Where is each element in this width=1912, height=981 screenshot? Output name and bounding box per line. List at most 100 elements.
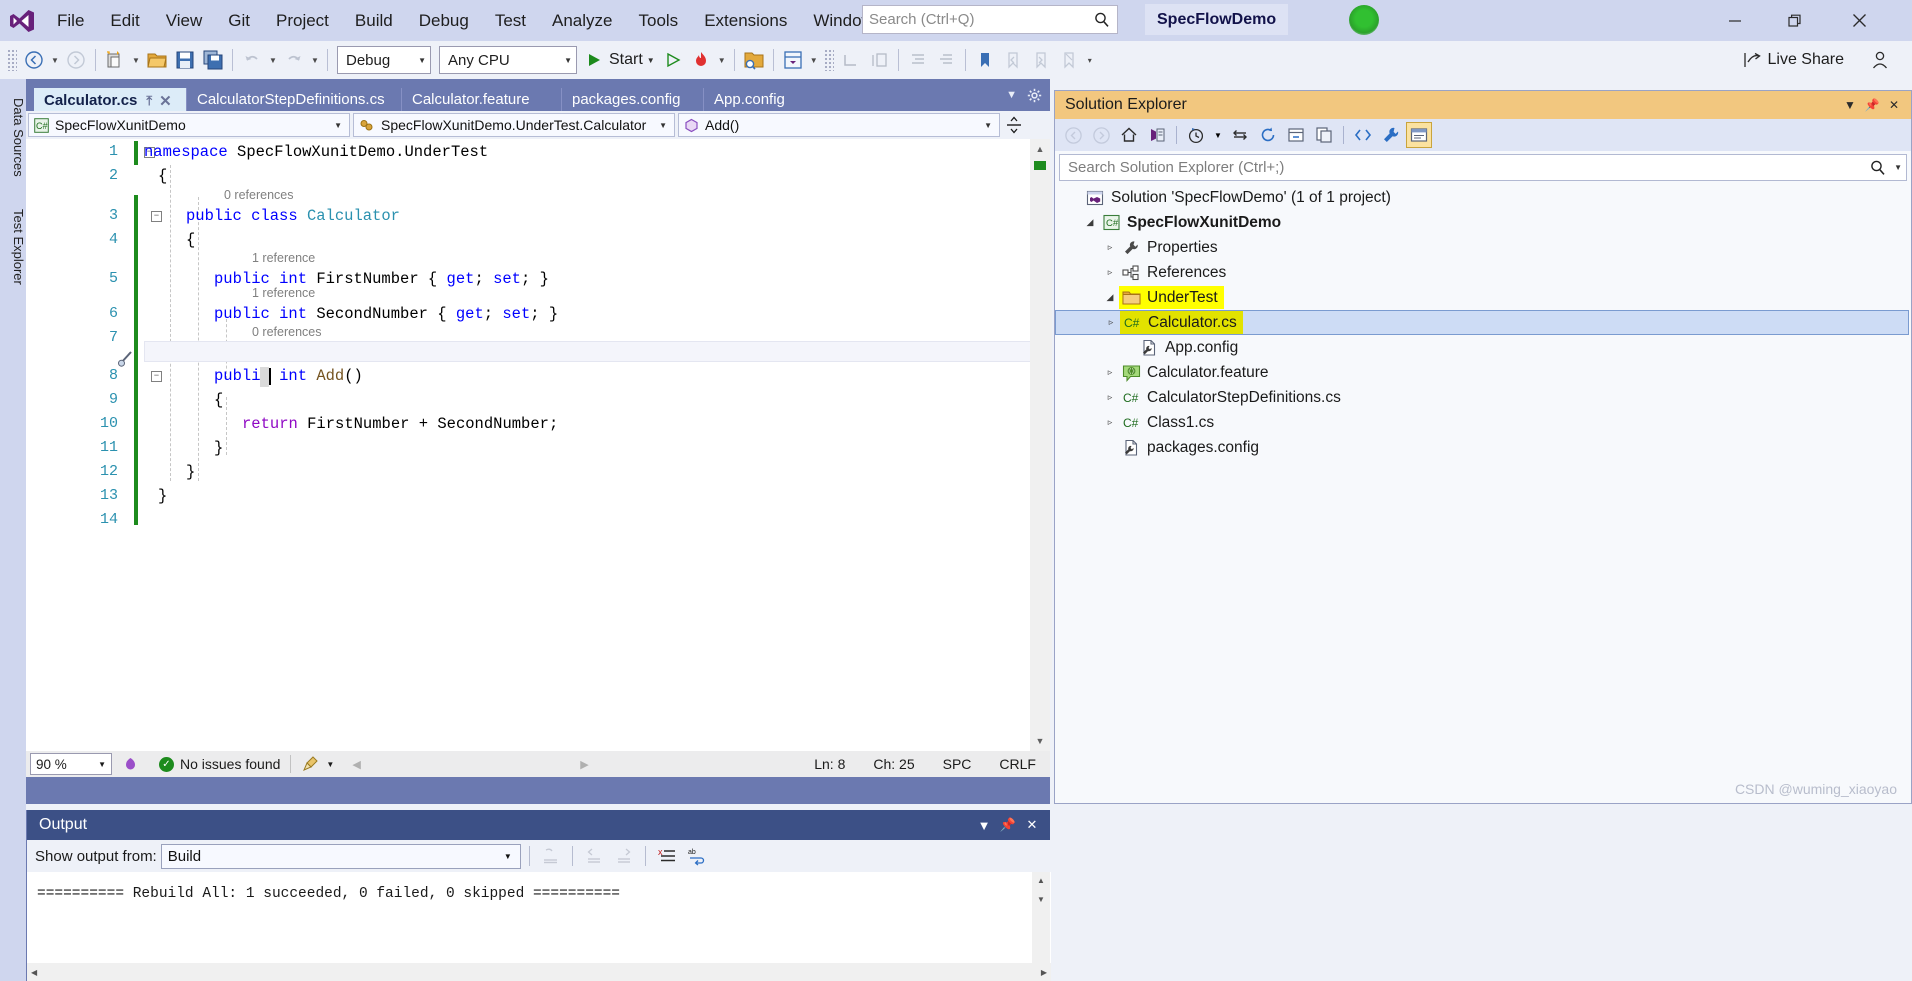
scroll-up-icon[interactable]: ▲	[1032, 872, 1050, 889]
toggle-word-wrap-button[interactable]: ab	[684, 843, 710, 869]
new-project-button[interactable]	[101, 45, 129, 75]
navigate-forward-button[interactable]	[62, 45, 90, 75]
pending-history-button[interactable]	[1183, 122, 1209, 148]
navbar-type-select[interactable]: SpecFlowXunitDemo.UnderTest.Calculator ▼	[353, 113, 675, 137]
redo-button[interactable]	[280, 45, 308, 75]
indentation-indicator[interactable]: SPC	[929, 756, 986, 772]
menu-build[interactable]: Build	[342, 0, 406, 41]
code-editor-surface[interactable]: 1 2 3 4 5 6 7 8 9 10 11 12 13 14 − − − 0…	[26, 139, 1050, 751]
clear-bookmarks-button[interactable]	[1055, 45, 1083, 75]
start-debug-button[interactable]: Start ▼	[581, 45, 659, 75]
start-caret-icon[interactable]: ▼	[647, 56, 655, 65]
sync-with-active-document-button[interactable]	[1227, 122, 1253, 148]
code-text[interactable]: namespace SpecFlowXunitDemo.UnderTest { …	[144, 139, 558, 505]
codelens-references[interactable]: 0 references	[252, 325, 321, 339]
back-dropdown-caret-icon[interactable]: ▼	[48, 45, 62, 75]
next-message-button[interactable]	[611, 843, 637, 869]
scroll-down-icon[interactable]: ▼	[1032, 891, 1050, 908]
codelens-references[interactable]: 0 references	[224, 188, 293, 202]
tree-item-project-specflowxunitdemo[interactable]: ◢ C# SpecFlowXunitDemo	[1055, 210, 1911, 235]
tree-item-undertest-folder[interactable]: ◢ UnderTest	[1055, 285, 1911, 310]
pending-changes-button[interactable]	[1144, 122, 1170, 148]
collapse-all-button[interactable]	[1283, 122, 1309, 148]
menu-tools[interactable]: Tools	[626, 0, 692, 41]
close-icon[interactable]: ✕	[1020, 812, 1044, 838]
tree-item-references[interactable]: ▹ References	[1055, 260, 1911, 285]
scroll-down-icon[interactable]: ▼	[1030, 731, 1050, 751]
tree-item-calculator-cs[interactable]: ▹ C# Calculator.cs	[1055, 310, 1909, 335]
close-icon[interactable]: ✕	[159, 92, 172, 110]
pin-icon[interactable]: 📌	[1861, 93, 1883, 117]
hot-reload-button[interactable]	[687, 45, 715, 75]
menu-view[interactable]: View	[153, 0, 216, 41]
live-share-button[interactable]: Live Share	[1736, 45, 1851, 75]
line-ending-indicator[interactable]: CRLF	[985, 756, 1050, 772]
tree-expander[interactable]: ◢	[1101, 292, 1119, 303]
tree-expander[interactable]: ▹	[1101, 417, 1119, 428]
panel-menu-caret-icon[interactable]: ▼	[1839, 93, 1861, 117]
navigate-back-button[interactable]	[20, 45, 48, 75]
open-folder-search-button[interactable]	[740, 45, 768, 75]
next-bookmark-button[interactable]	[1027, 45, 1055, 75]
panel-menu-caret-icon[interactable]: ▼	[972, 812, 996, 838]
sidebar-item-data-sources[interactable]: Data Sources	[0, 87, 26, 187]
tab-list-caret-icon[interactable]: ▼	[1006, 89, 1017, 101]
new-project-caret-icon[interactable]: ▼	[129, 45, 143, 75]
split-editor-button[interactable]	[1003, 112, 1025, 138]
redo-caret-icon[interactable]: ▼	[308, 45, 322, 75]
menu-git[interactable]: Git	[215, 0, 263, 41]
close-icon[interactable]: ✕	[1883, 93, 1905, 117]
tree-expander[interactable]: ▹	[1102, 317, 1120, 328]
code-cleanup-caret-icon[interactable]: ▼	[326, 760, 334, 769]
menu-test[interactable]: Test	[482, 0, 539, 41]
tree-expander[interactable]: ▹	[1101, 367, 1119, 378]
find-message-button[interactable]	[538, 843, 564, 869]
clear-all-button[interactable]: x	[654, 843, 680, 869]
navbar-member-select[interactable]: Add() ▼	[678, 113, 1000, 137]
output-source-select[interactable]: Build ▼	[160, 843, 521, 869]
nav-forward-button[interactable]	[1088, 122, 1114, 148]
solution-explorer-search-input[interactable]: Search Solution Explorer (Ctrl+;) ▼	[1059, 154, 1907, 181]
pin-icon[interactable]: ⤒	[146, 93, 152, 109]
intellicode-indicator[interactable]	[112, 756, 149, 773]
home-button[interactable]	[1116, 122, 1142, 148]
scroll-up-icon[interactable]: ▲	[1030, 139, 1050, 159]
codelens-references[interactable]: 1 reference	[252, 286, 315, 300]
quick-search-input[interactable]: Search (Ctrl+Q)	[862, 5, 1118, 34]
tab-calculator-feature[interactable]: Calculator.feature	[401, 88, 561, 111]
menu-file[interactable]: File	[44, 0, 97, 41]
scroll-left-icon[interactable]: ◀	[31, 968, 37, 977]
toolbar-overflow-caret-icon[interactable]: ▾	[1083, 45, 1097, 75]
menu-debug[interactable]: Debug	[406, 0, 482, 41]
toolbar-grip[interactable]	[7, 49, 17, 71]
maximize-button[interactable]	[1772, 0, 1818, 41]
tree-item-calculator-step-definitions-cs[interactable]: ▹ C# CalculatorStepDefinitions.cs	[1055, 385, 1911, 410]
tree-expander[interactable]: ▹	[1101, 392, 1119, 403]
secondary-scrollbar[interactable]	[1030, 170, 1052, 670]
tree-expander[interactable]: ▹	[1101, 242, 1119, 253]
menu-analyze[interactable]: Analyze	[539, 0, 625, 41]
solution-configuration-select[interactable]: Debug ▼	[337, 46, 431, 74]
zoom-level-select[interactable]: 90 % ▼	[30, 753, 112, 775]
toggle-bookmark-button[interactable]	[971, 45, 999, 75]
tree-item-calculator-feature[interactable]: ▹ Calculator.feature	[1055, 360, 1911, 385]
toolbar-grip-2[interactable]	[823, 49, 834, 71]
issues-status[interactable]: ✓ No issues found	[149, 756, 290, 772]
solution-explorer-toggle-button[interactable]	[779, 45, 807, 75]
close-button[interactable]	[1836, 0, 1882, 41]
tab-calculator-cs[interactable]: Calculator.cs ⤒ ✕	[34, 88, 186, 111]
codelens-references[interactable]: 1 reference	[252, 251, 315, 265]
save-button[interactable]	[171, 45, 199, 75]
preview-selected-items-button[interactable]	[1406, 122, 1432, 148]
minimize-button[interactable]	[1712, 0, 1758, 41]
solution-platform-select[interactable]: Any CPU ▼	[439, 46, 577, 74]
scroll-right-icon[interactable]: ▶	[1041, 968, 1047, 977]
account-button[interactable]	[1866, 45, 1894, 75]
tree-expander[interactable]: ◢	[1081, 217, 1099, 228]
open-file-button[interactable]	[143, 45, 171, 75]
scroll-right-icon[interactable]: ▶	[572, 758, 596, 771]
tree-expander[interactable]: ▹	[1101, 267, 1119, 278]
indent-button[interactable]	[837, 45, 865, 75]
undo-button[interactable]	[238, 45, 266, 75]
start-without-debugging-button[interactable]	[659, 45, 687, 75]
